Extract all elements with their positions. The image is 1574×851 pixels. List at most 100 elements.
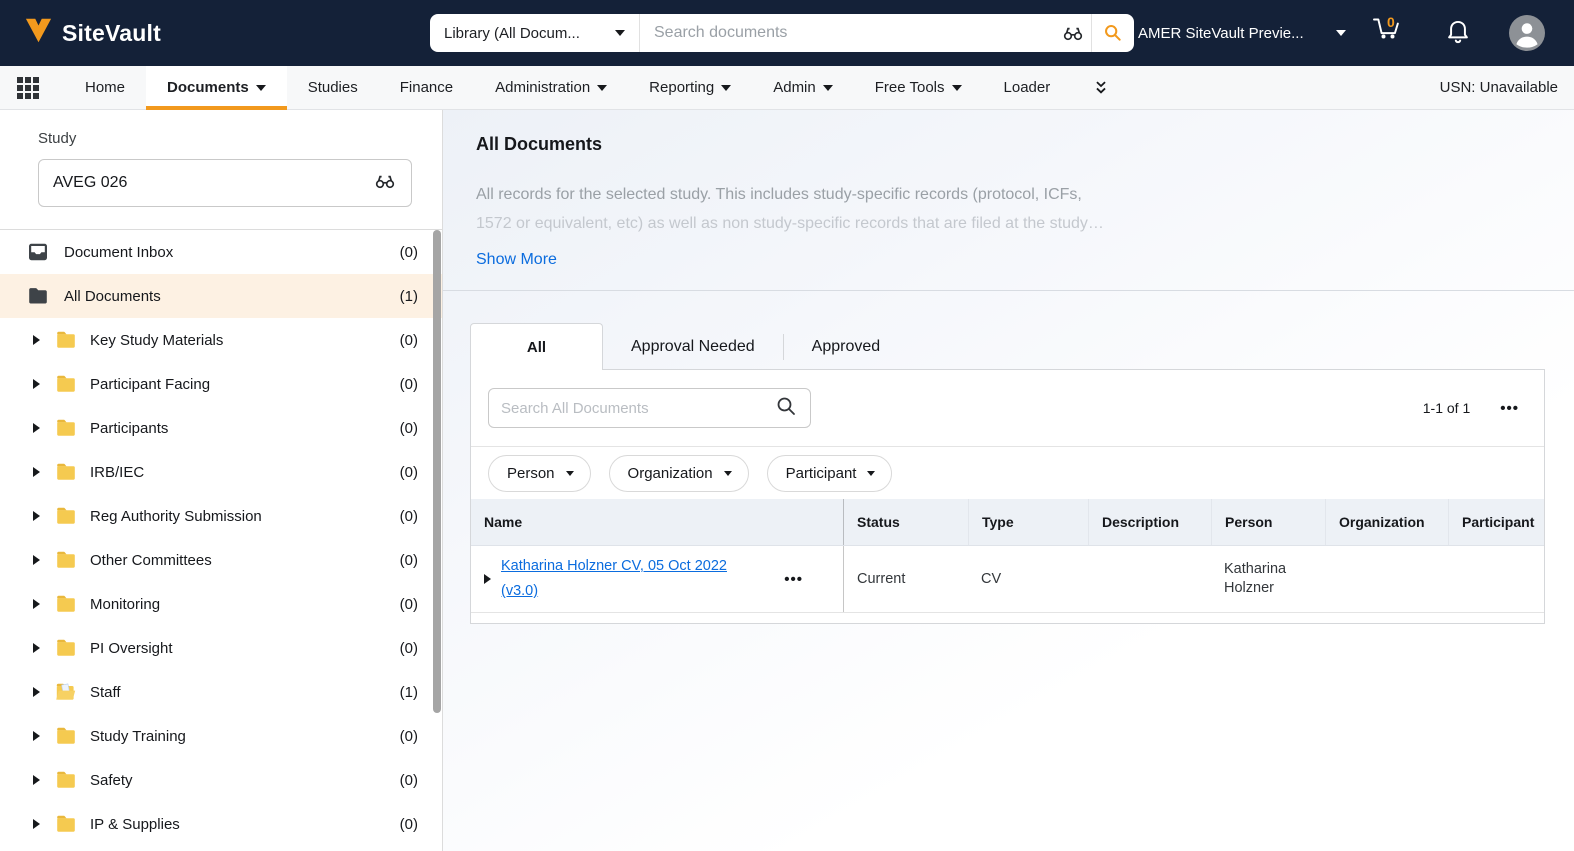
expand-caret-icon[interactable]: [33, 599, 40, 609]
search-all-documents-field[interactable]: [488, 388, 811, 428]
chevron-down-icon: [823, 85, 833, 91]
cell-name: Katharina Holzner CV, 05 Oct 2022 (v3.0)…: [471, 546, 844, 612]
account-vault-dropdown[interactable]: AMER SiteVault Previe...: [1138, 0, 1346, 66]
nav-item-label: Loader: [1004, 79, 1051, 96]
tab-all[interactable]: All: [470, 323, 603, 370]
sidebar: Study Document Inbox(0)All Documents(1)K…: [0, 110, 443, 851]
sidebar-item-monitoring[interactable]: Monitoring(0): [0, 582, 442, 626]
filter-person[interactable]: Person: [488, 455, 591, 492]
expand-caret-icon[interactable]: [33, 423, 40, 433]
item-count: (0): [400, 816, 418, 833]
filter-organization[interactable]: Organization: [609, 455, 749, 492]
column-header-organization[interactable]: Organization: [1325, 499, 1448, 545]
sidebar-item-key-study-materials[interactable]: Key Study Materials(0): [0, 318, 442, 362]
chevron-down-icon: [615, 30, 625, 36]
column-header-type[interactable]: Type: [968, 499, 1088, 545]
column-header-status[interactable]: Status: [844, 499, 968, 545]
nav-item-home[interactable]: Home: [64, 66, 146, 109]
binoculars-icon[interactable]: [373, 169, 397, 198]
sidebar-item-label: Document Inbox: [64, 244, 173, 261]
nav-item-administration[interactable]: Administration: [474, 66, 628, 109]
sidebar-item-other-committees[interactable]: Other Committees(0): [0, 538, 442, 582]
search-submit-icon[interactable]: [1092, 22, 1134, 44]
expand-caret-icon[interactable]: [33, 467, 40, 477]
global-search-bar: Library (All Docum...: [430, 14, 1134, 52]
nav-item-finance[interactable]: Finance: [379, 66, 474, 109]
sidebar-item-pi-oversight[interactable]: PI Oversight(0): [0, 626, 442, 670]
sidebar-item-study-training[interactable]: Study Training(0): [0, 714, 442, 758]
folder-icon: [54, 416, 78, 440]
row-more-actions-button[interactable]: •••: [784, 571, 803, 588]
user-avatar[interactable]: [1509, 15, 1545, 51]
sidebar-item-label: Safety: [90, 772, 133, 789]
nav-item-free-tools[interactable]: Free Tools: [854, 66, 983, 109]
section-header: All Documents All records for the select…: [443, 110, 1574, 269]
sidebar-item-all-documents[interactable]: All Documents(1): [0, 274, 442, 318]
sidebar-item-participants[interactable]: Participants(0): [0, 406, 442, 450]
expand-caret-icon[interactable]: [33, 555, 40, 565]
nav-item-reporting[interactable]: Reporting: [628, 66, 752, 109]
search-documents-input[interactable]: [640, 24, 1055, 42]
search-icon[interactable]: [774, 394, 798, 423]
brand-logo[interactable]: SiteVault: [24, 0, 161, 66]
show-more-link[interactable]: Show More: [476, 251, 557, 269]
documents-table: NameStatusTypeDescriptionPersonOrganizat…: [471, 499, 1544, 613]
study-label: Study: [38, 130, 412, 147]
sidebar-item-participant-facing[interactable]: Participant Facing(0): [0, 362, 442, 406]
item-count: (0): [400, 772, 418, 789]
nav-item-studies[interactable]: Studies: [287, 66, 379, 109]
item-count: (0): [400, 420, 418, 437]
nav-item-label: Studies: [308, 79, 358, 96]
cart-count-badge: 0: [1387, 14, 1395, 30]
sidebar-item-ip-supplies[interactable]: IP & Supplies(0): [0, 802, 442, 846]
main-content: All Documents All records for the select…: [443, 110, 1574, 851]
binoculars-icon[interactable]: [1055, 21, 1091, 45]
expand-caret-icon[interactable]: [484, 574, 491, 584]
document-link[interactable]: Katharina Holzner CV, 05 Oct 2022 (v3.0): [501, 554, 739, 604]
tab-approved[interactable]: Approved: [784, 323, 909, 370]
cart-button[interactable]: 0: [1370, 16, 1408, 52]
tab-approval-needed[interactable]: Approval Needed: [603, 323, 783, 370]
column-header-name[interactable]: Name: [471, 499, 844, 545]
nav-item-admin[interactable]: Admin: [752, 66, 854, 109]
expand-caret-icon[interactable]: [33, 819, 40, 829]
sidebar-item-safety[interactable]: Safety (0): [0, 758, 442, 802]
folder-icon: [54, 592, 78, 616]
study-reference-field[interactable]: [38, 159, 412, 207]
document-tree: Document Inbox(0)All Documents(1)Key Stu…: [0, 230, 442, 846]
cell-type: CV: [968, 546, 1088, 612]
nav-item-documents[interactable]: Documents: [146, 66, 287, 109]
notifications-bell-icon[interactable]: [1444, 18, 1472, 53]
item-count: (0): [400, 640, 418, 657]
expand-caret-icon[interactable]: [33, 643, 40, 653]
expand-caret-icon[interactable]: [33, 511, 40, 521]
more-actions-button[interactable]: •••: [1500, 400, 1519, 417]
expand-caret-icon[interactable]: [33, 731, 40, 741]
folder-icon: [54, 372, 78, 396]
sidebar-item-irb-iec[interactable]: IRB/IEC(0): [0, 450, 442, 494]
column-header-description[interactable]: Description: [1088, 499, 1211, 545]
library-scope-dropdown[interactable]: Library (All Docum...: [430, 14, 640, 52]
sidebar-item-staff[interactable]: Staff(1): [0, 670, 442, 714]
filter-participant[interactable]: Participant: [767, 455, 893, 492]
veeva-v-icon: [24, 17, 53, 49]
table-row: Katharina Holzner CV, 05 Oct 2022 (v3.0)…: [471, 546, 1544, 613]
app-grid-icon[interactable]: [0, 66, 56, 109]
expand-caret-icon[interactable]: [33, 687, 40, 697]
cell-organization: [1325, 546, 1448, 612]
search-all-documents-input[interactable]: [501, 400, 774, 417]
table-body: Katharina Holzner CV, 05 Oct 2022 (v3.0)…: [471, 546, 1544, 613]
sidebar-item-label: Key Study Materials: [90, 332, 223, 349]
expand-caret-icon[interactable]: [33, 775, 40, 785]
nav-item-more[interactable]: [1071, 66, 1131, 109]
sidebar-scrollbar[interactable]: [433, 230, 441, 713]
expand-caret-icon[interactable]: [33, 335, 40, 345]
expand-caret-icon[interactable]: [33, 379, 40, 389]
column-header-person[interactable]: Person: [1211, 499, 1325, 545]
nav-item-label: Documents: [167, 79, 249, 96]
study-input[interactable]: [53, 174, 373, 192]
sidebar-item-document-inbox[interactable]: Document Inbox(0): [0, 230, 442, 274]
nav-item-loader[interactable]: Loader: [983, 66, 1072, 109]
column-header-participant[interactable]: Participant: [1448, 499, 1545, 545]
sidebar-item-reg-authority-submission[interactable]: Reg Authority Submission(0): [0, 494, 442, 538]
